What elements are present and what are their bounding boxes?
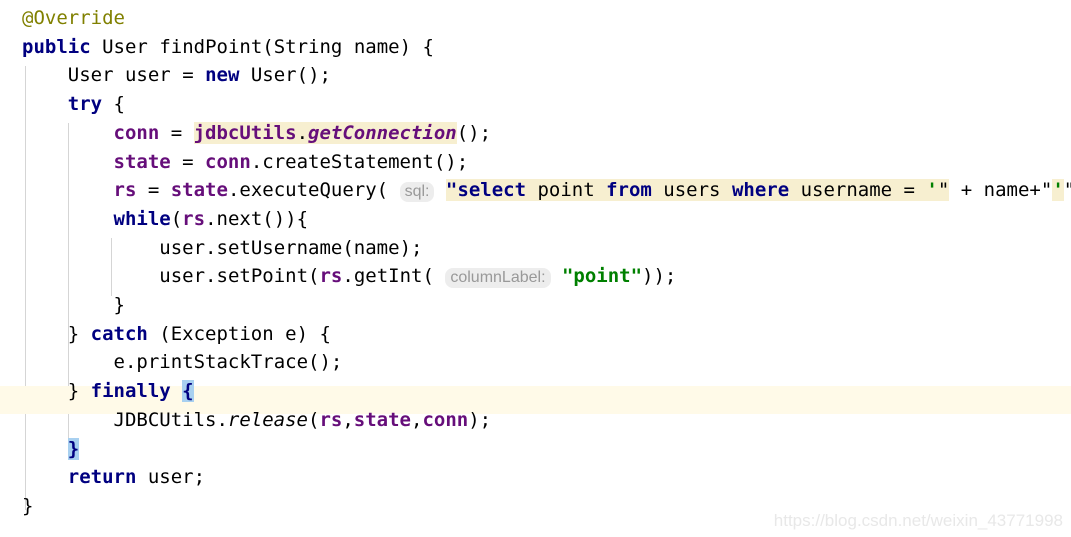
- param-hint-sql: sql:: [399, 182, 435, 203]
- field-rs: rs: [319, 265, 343, 288]
- concat-operator-2: +: [1029, 179, 1041, 202]
- field-jdbcUtils: jdbcUtils: [193, 121, 297, 144]
- code-line-12[interactable]: } catch (Exception e) {: [0, 320, 1071, 349]
- sql-keyword-select: select: [457, 179, 527, 202]
- code-line-14[interactable]: } finally {: [0, 377, 1071, 406]
- sql-column-point: point: [526, 179, 607, 202]
- watermark: https://blog.csdn.net/weixin_43771998: [773, 511, 1063, 530]
- type-user: User: [102, 35, 148, 58]
- keyword-try: try: [67, 93, 103, 116]
- code-line-3[interactable]: User user = new User();: [0, 61, 1071, 90]
- code-line-4[interactable]: try {: [0, 90, 1071, 119]
- method-getConnection: getConnection: [308, 121, 457, 144]
- field-rs: rs: [113, 179, 137, 202]
- code-line-13[interactable]: e.printStackTrace();: [0, 348, 1071, 377]
- sql-condition-username: username =: [789, 179, 927, 202]
- code-line-15[interactable]: JDBCUtils.release(rs,state,conn);: [0, 406, 1071, 435]
- var-e: e: [285, 322, 297, 345]
- code-line-16[interactable]: }: [0, 435, 1071, 464]
- keyword-public: public: [22, 35, 91, 58]
- string-point: "point": [561, 265, 643, 288]
- param-name: name: [353, 236, 400, 259]
- field-conn: conn: [422, 408, 469, 431]
- var-user: user: [124, 64, 171, 87]
- class-JDBCUtils: JDBCUtils: [113, 408, 217, 431]
- var-e: e: [113, 351, 125, 374]
- annotation-override: @Override: [22, 7, 125, 29]
- type-user: User: [67, 64, 114, 87]
- code-editor[interactable]: @Override public User findPoint(String n…: [0, 0, 1071, 537]
- field-conn: conn: [113, 121, 160, 144]
- method-findPoint: findPoint: [159, 35, 263, 58]
- var-user: user: [159, 236, 206, 259]
- code-line-7[interactable]: rs = state.executeQuery( sql: "select po…: [0, 176, 1071, 205]
- code-line-2[interactable]: public User findPoint(String name) {: [0, 33, 1071, 62]
- param-name: name: [353, 35, 400, 58]
- keyword-new: new: [205, 64, 240, 87]
- method-release: release: [227, 408, 308, 431]
- field-state: state: [113, 150, 171, 173]
- brace-match-open: {: [182, 380, 194, 403]
- method-setUsername: setUsername: [216, 236, 343, 259]
- field-conn: conn: [205, 150, 251, 173]
- method-getInt: getInt: [353, 265, 423, 288]
- code-line-9[interactable]: user.setUsername(name);: [0, 234, 1071, 263]
- param-hint-columnLabel: columnLabel:: [445, 268, 551, 289]
- string-quote-single: ': [926, 179, 938, 202]
- method-setPoint: setPoint: [216, 265, 309, 288]
- sql-keyword-where: where: [731, 179, 790, 202]
- code-line-10[interactable]: user.setPoint(rs.getInt( columnLabel: "p…: [0, 262, 1071, 291]
- string-quote-single-2: ': [1052, 179, 1064, 202]
- field-state: state: [353, 408, 411, 431]
- method-next: next: [216, 207, 263, 230]
- type-exception: Exception: [170, 322, 274, 345]
- keyword-finally: finally: [90, 380, 171, 403]
- string-quote-open-2: ": [1040, 179, 1053, 202]
- param-name: name: [983, 179, 1030, 202]
- code-line-11[interactable]: }: [0, 291, 1071, 320]
- code-line-1[interactable]: @Override: [0, 4, 1071, 33]
- method-executeQuery: executeQuery: [239, 179, 377, 202]
- code-line-8[interactable]: while(rs.next()){: [0, 205, 1071, 234]
- keyword-return: return: [67, 466, 137, 489]
- method-createStatement: createStatement: [262, 150, 434, 173]
- sql-keyword-from: from: [606, 179, 652, 202]
- var-user: user: [159, 265, 206, 288]
- code-line-6[interactable]: state = conn.createStatement();: [0, 148, 1071, 177]
- string-quote-close: ": [937, 179, 950, 202]
- code-line-5[interactable]: conn = jdbcUtils.getConnection();: [0, 119, 1071, 148]
- code-line-17[interactable]: return user;: [0, 463, 1071, 492]
- type-user: User: [250, 64, 297, 87]
- concat-operator: +: [949, 179, 984, 202]
- field-rs: rs: [319, 408, 343, 431]
- type-string: String: [273, 35, 343, 58]
- var-user: user: [147, 466, 194, 489]
- method-printStackTrace: printStackTrace: [136, 351, 309, 374]
- brace-match-close: }: [67, 437, 80, 460]
- keyword-while: while: [113, 207, 171, 230]
- sql-table-users: users: [651, 179, 732, 202]
- string-quote-close-2: ": [1064, 179, 1071, 201]
- field-state: state: [170, 179, 228, 202]
- field-rs: rs: [182, 207, 206, 230]
- string-quote-open: ": [445, 179, 458, 202]
- keyword-catch: catch: [90, 322, 148, 345]
